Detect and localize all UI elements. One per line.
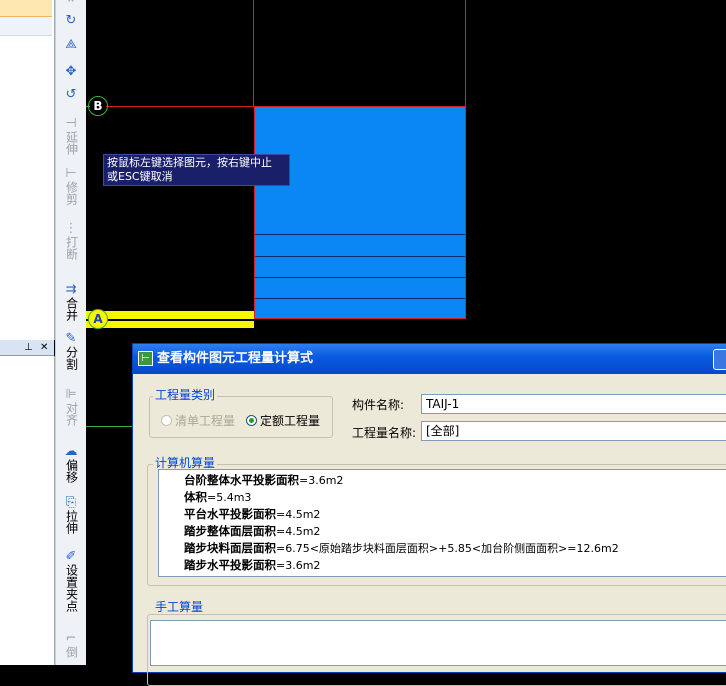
formula-line: 踏步块料面层面积=6.75<原始踏步块料面层面积>+5.85<加台阶侧面面积>=… bbox=[184, 541, 619, 555]
split-icon: ✎ bbox=[65, 331, 77, 346]
copy-rotate-icon: ↻ bbox=[65, 13, 77, 28]
toolbar-move-top-button[interactable]: ⌃ bbox=[56, 0, 86, 12]
quantity-formula-dialog: ⊢ 查看构件图元工程量计算式 工程量类别 清单工程量 定额工程量 构件名称: T… bbox=[132, 343, 726, 686]
mirror-icon: ⟁ bbox=[65, 37, 77, 52]
manual-calc-group-label: 手工算量 bbox=[153, 600, 206, 614]
break-button[interactable]: ⋮ 打断 bbox=[56, 221, 86, 261]
rotate-button[interactable]: ↺ bbox=[56, 88, 86, 102]
stretch-icon: ⎘ bbox=[65, 495, 77, 510]
tooltip-line-2: 或ESC键取消 bbox=[107, 170, 173, 183]
formula-line: 踏步整体面层面积=4.5m2 bbox=[184, 524, 321, 538]
merge-label: 合并 bbox=[64, 297, 79, 321]
rotate-copy-button[interactable]: ↻ bbox=[56, 14, 86, 28]
modify-toolbar: ⌃ ↻ ⟁ ✥ ↺ ⊣ 延伸 ⊢ 修剪 ⋮ 打断 ⇉ 合并 ✎ 分割 ⊫ 对齐 … bbox=[55, 0, 87, 665]
set-grip-button[interactable]: ✐ 设置夹点 bbox=[56, 549, 86, 613]
axis-line-vertical-left bbox=[253, 0, 254, 106]
close-panel-icon[interactable]: ✕ bbox=[40, 340, 48, 355]
stretch-button[interactable]: ⎘ 拉伸 bbox=[56, 495, 86, 535]
component-list-selected-row[interactable] bbox=[0, 0, 52, 17]
list-quantity-radio[interactable]: 清单工程量 bbox=[161, 412, 235, 429]
merge-button[interactable]: ⇉ 合并 bbox=[56, 282, 86, 322]
manual-calc-input[interactable] bbox=[150, 620, 726, 666]
formula-list[interactable]: 台阶整体水平投影面积=3.6m2 体积=5.4m3 平台水平投影面积=4.5m2… bbox=[158, 469, 726, 577]
pencil-icon: ✐ bbox=[65, 549, 77, 564]
radio-selected-icon bbox=[246, 415, 257, 426]
align-label: 对齐 bbox=[64, 402, 79, 426]
formula-line: 台阶整体水平投影面积=3.6m2 bbox=[184, 473, 344, 487]
arrow-up-icon: ⌃ bbox=[65, 0, 77, 12]
axis-line-vertical-right bbox=[465, 0, 466, 106]
formula-line: 平台水平投影面积=4.5m2 bbox=[184, 507, 321, 521]
align-button[interactable]: ⊫ 对齐 bbox=[56, 387, 86, 427]
radio-circle-icon bbox=[161, 415, 172, 426]
extend-label: 延伸 bbox=[64, 131, 79, 155]
formula-line: 体积=5.4m3 bbox=[184, 490, 252, 504]
chamfer-button[interactable]: ⌐ 倒 bbox=[56, 631, 86, 659]
component-list-panel bbox=[0, 0, 55, 340]
pin-icon[interactable]: ⊥ bbox=[24, 340, 33, 355]
app-icon: ⊢ bbox=[138, 351, 153, 366]
move-button[interactable]: ✥ bbox=[56, 65, 86, 79]
trim-button[interactable]: ⊢ 修剪 bbox=[56, 166, 86, 206]
set-grip-label: 设置夹点 bbox=[64, 564, 79, 612]
command-prompt-tooltip: 按鼠标左键选择图元，按右键中止 或ESC键取消 bbox=[103, 154, 290, 186]
dialog-titlebar[interactable]: ⊢ 查看构件图元工程量计算式 bbox=[133, 344, 726, 374]
move-icon: ✥ bbox=[65, 64, 77, 79]
quota-quantity-radio[interactable]: 定额工程量 bbox=[246, 412, 320, 429]
stretch-label: 拉伸 bbox=[64, 510, 79, 534]
break-icon: ⋮ bbox=[64, 221, 78, 236]
trim-icon: ⊢ bbox=[65, 166, 77, 181]
step-line bbox=[255, 234, 465, 235]
dialog-title: 查看构件图元工程量计算式 bbox=[157, 351, 314, 366]
axis-bubble-a: A bbox=[88, 309, 108, 329]
list-quantity-label: 清单工程量 bbox=[175, 414, 236, 428]
extend-button[interactable]: ⊣ 延伸 bbox=[56, 116, 86, 156]
axis-extension-line bbox=[86, 426, 134, 427]
tooltip-line-1: 按鼠标左键选择图元，按右键中止 bbox=[107, 156, 272, 169]
quantity-name-label: 工程量名称: bbox=[352, 426, 417, 440]
chamfer-icon: ⌐ bbox=[65, 631, 77, 646]
split-label: 分割 bbox=[64, 346, 79, 370]
stair-platform-component[interactable] bbox=[254, 106, 466, 319]
break-label: 打断 bbox=[64, 236, 79, 260]
component-name-label: 构件名称: bbox=[352, 398, 405, 412]
mirror-button[interactable]: ⟁ bbox=[56, 38, 86, 52]
formula-line: 踏步水平投影面积=3.6m2 bbox=[184, 558, 321, 572]
merge-icon: ⇉ bbox=[65, 282, 77, 297]
properties-panel bbox=[0, 356, 55, 665]
align-icon: ⊫ bbox=[65, 387, 77, 402]
step-line bbox=[255, 298, 465, 299]
extend-icon: ⊣ bbox=[65, 116, 77, 131]
step-line bbox=[255, 256, 465, 257]
rotate-icon: ↺ bbox=[65, 87, 77, 102]
axis-bubble-b: B bbox=[88, 96, 108, 116]
chamfer-label: 倒 bbox=[64, 646, 79, 658]
quantity-type-group-label: 工程量类别 bbox=[153, 388, 218, 402]
offset-label: 偏移 bbox=[64, 459, 79, 483]
component-name-field[interactable]: TAIJ-1 bbox=[421, 394, 726, 414]
offset-button[interactable]: ☁ 偏移 bbox=[56, 444, 86, 484]
selected-beam[interactable] bbox=[86, 311, 254, 328]
dialog-close-button[interactable] bbox=[713, 349, 726, 370]
quantity-name-field[interactable]: [全部] bbox=[421, 421, 726, 441]
split-button[interactable]: ✎ 分割 bbox=[56, 331, 86, 371]
beam-center-line bbox=[86, 319, 254, 321]
offset-icon: ☁ bbox=[64, 444, 78, 459]
trim-label: 修剪 bbox=[64, 181, 79, 205]
computer-calc-group-label: 计算机算量 bbox=[153, 456, 218, 470]
properties-panel-header: ⊥ ✕ bbox=[0, 340, 54, 356]
step-line bbox=[255, 277, 465, 278]
axis-line-b bbox=[106, 106, 254, 107]
quota-quantity-label: 定额工程量 bbox=[260, 414, 321, 428]
component-list-row[interactable] bbox=[0, 17, 52, 36]
